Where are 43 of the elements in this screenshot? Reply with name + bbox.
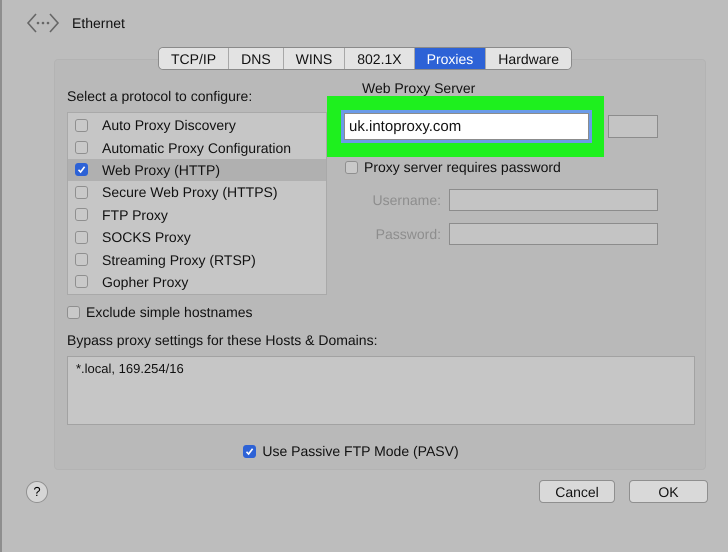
protocol-label: Streaming Proxy (RTSP) [102, 252, 256, 268]
bypass-label: Bypass proxy settings for these Hosts & Domains: [67, 332, 378, 348]
ok-button[interactable]: OK [629, 480, 708, 503]
tab[interactable]: Proxies [414, 48, 486, 69]
protocol-label: SOCKS Proxy [102, 229, 191, 246]
passive-ftp-label: Use Passive FTP Mode (PASV) [262, 443, 459, 459]
cancel-button[interactable]: Cancel [539, 480, 615, 503]
checkbox[interactable] [75, 208, 88, 222]
checkbox[interactable] [75, 186, 88, 199]
bypass-field[interactable]: *.local, 169.254/16 [67, 356, 695, 425]
exclude-hostnames-label: Exclude simple hostnames [86, 304, 253, 320]
checkbox[interactable] [345, 160, 358, 174]
protocol-row[interactable]: FTP Proxy [68, 204, 326, 226]
protocol-label: Web Proxy (HTTP) [102, 162, 220, 178]
password-required-label: Proxy server requires password [364, 159, 561, 175]
protocol-label: Automatic Proxy Configuration [102, 140, 292, 156]
checkbox[interactable] [75, 118, 88, 132]
tab[interactable]: Hardware [485, 48, 571, 69]
checkbox[interactable] [67, 306, 80, 319]
protocol-row[interactable]: Auto Proxy Discovery [68, 114, 326, 136]
checkbox[interactable] [243, 444, 256, 458]
server-label: Web Proxy Server [362, 80, 476, 96]
checkbox[interactable] [75, 253, 88, 266]
protocol-label: Secure Web Proxy (HTTPS) [102, 184, 278, 200]
port-field[interactable] [608, 115, 658, 138]
window-title: Ethernet [72, 15, 125, 31]
checkbox[interactable] [75, 141, 88, 154]
protocol-row[interactable]: SOCKS Proxy [68, 226, 326, 248]
checkbox[interactable] [75, 230, 88, 244]
protocol-label: Auto Proxy Discovery [102, 117, 236, 134]
protocol-label: Gopher Proxy [102, 274, 188, 290]
checkbox[interactable] [75, 275, 88, 288]
protocol-row[interactable]: Automatic Proxy Configuration [68, 136, 326, 159]
server-field[interactable]: uk.intoproxy.com [344, 113, 589, 140]
protocol-row[interactable]: Web Proxy (HTTP) [68, 158, 326, 182]
checkbox[interactable] [75, 163, 88, 176]
protocol-row[interactable]: Streaming Proxy (RTSP) [68, 248, 326, 271]
network-icon [26, 12, 60, 34]
protocol-label: FTP Proxy [102, 206, 168, 223]
protocol-row[interactable]: Secure Web Proxy (HTTPS) [68, 181, 326, 204]
help-button[interactable]: ? [26, 480, 48, 502]
protocol-list-label: Select a protocol to configure: [67, 88, 254, 104]
protocol-row[interactable]: Gopher Proxy [68, 270, 326, 294]
